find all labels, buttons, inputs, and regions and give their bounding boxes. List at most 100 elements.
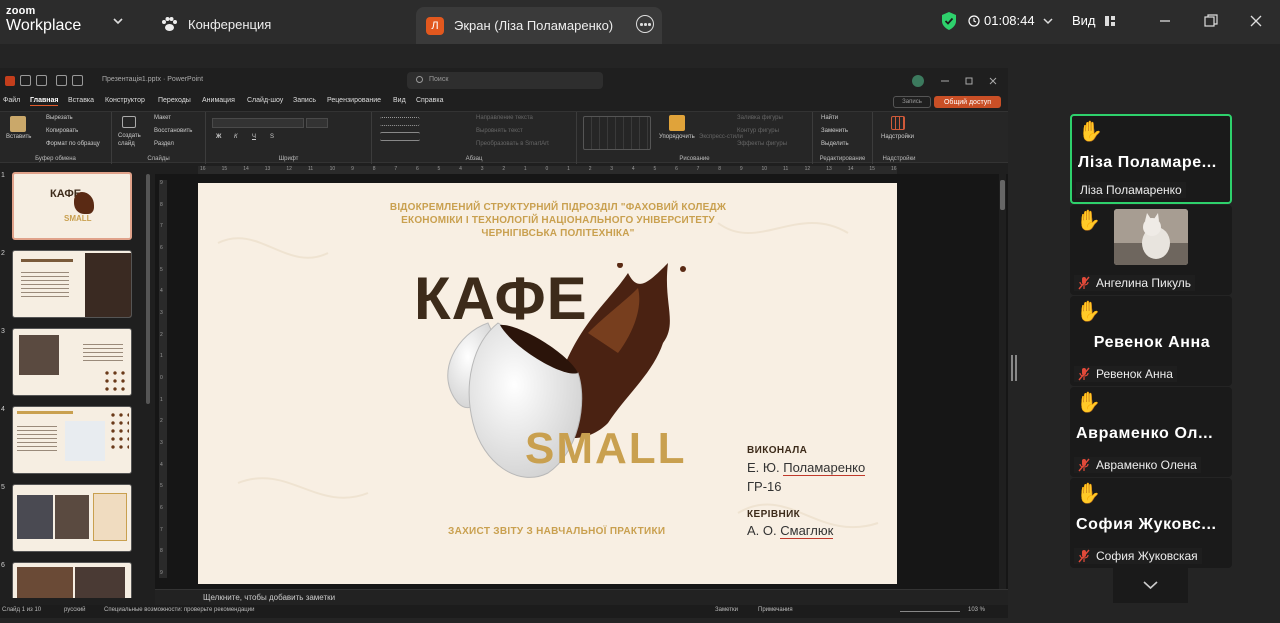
vertical-ruler: 9 8 7 6 5 4 3 2 1 0 1 2 3 4 5 6 7 8 9 (159, 180, 167, 578)
panel-resize-handle[interactable] (1011, 355, 1017, 381)
new-slide-button[interactable]: Создать слайд (118, 132, 148, 148)
slideshow-icon[interactable] (72, 75, 83, 86)
thumbnails-scrollbar[interactable] (146, 174, 150, 404)
paste-button[interactable]: Вставить (6, 134, 31, 140)
more-options-icon[interactable] (636, 15, 654, 33)
text-direction-button[interactable]: Направление текста (476, 115, 533, 121)
paste-icon[interactable] (10, 116, 26, 132)
menu-tab[interactable]: Рецензирование (327, 97, 381, 104)
participant-tile[interactable]: ✋ Авраменко Ол... Авраменко Олена (1070, 387, 1232, 477)
participant-tile[interactable]: ✋ Ліза Поламаре... Ліза Поламаренко (1070, 114, 1232, 204)
font-name-box[interactable] (212, 118, 304, 128)
replace-button[interactable]: Заменить (821, 128, 848, 134)
underline-button[interactable]: Ч (252, 134, 256, 140)
slide-thumbnails-pane[interactable]: 1 КАФЕ SMALL 2 3 4 5 6 (0, 166, 152, 598)
slide-thumbnail[interactable] (12, 484, 132, 552)
participant-name-label: Ревенок Анна (1074, 366, 1177, 382)
align-text-button[interactable]: Выровнять текст (476, 128, 523, 134)
avatar[interactable] (912, 75, 924, 87)
meeting-timer[interactable]: 01:08:44 (968, 13, 1059, 28)
shapes-gallery[interactable] (583, 116, 651, 150)
notes-toggle[interactable]: Заметки (715, 607, 738, 613)
menu-tab[interactable]: Анимация (202, 97, 235, 104)
new-slide-icon[interactable] (122, 116, 136, 128)
bold-button[interactable]: Ж (216, 134, 221, 140)
reset-button[interactable]: Восстановить (154, 128, 192, 134)
conference-tab[interactable]: Конференция (160, 12, 271, 36)
ruler-tick: 2 (160, 331, 163, 338)
shield-check-icon[interactable] (940, 11, 958, 31)
menu-tab[interactable]: Запись (293, 97, 316, 104)
participant-tile[interactable]: ✋ София Жуковс... София Жуковская (1070, 478, 1232, 568)
cut-button[interactable]: Вырезать (46, 115, 73, 121)
redo-icon[interactable] (56, 75, 67, 86)
section-button[interactable]: Раздел (154, 141, 174, 147)
raised-hand-icon: ✋ (1076, 392, 1101, 414)
expand-participants-button[interactable] (1113, 568, 1188, 603)
slide-thumbnail[interactable]: КАФЕ SMALL (12, 172, 132, 240)
find-button[interactable]: Найти (821, 115, 838, 121)
copy-button[interactable]: Копировать (46, 128, 78, 134)
menu-tab[interactable]: Файл (3, 97, 20, 104)
slide-scrollbar[interactable] (999, 174, 1006, 589)
menu-tab[interactable]: Вставка (68, 97, 94, 104)
participant-tile[interactable]: ✋ Ангелина Пикуль (1070, 205, 1232, 295)
view-button[interactable]: Вид (1072, 13, 1116, 28)
participant-tile[interactable]: ✋ Ревенок Анна Ревенок Анна (1070, 296, 1232, 386)
addins-button[interactable]: Надстройки (881, 134, 914, 140)
minimize-icon[interactable] (1156, 12, 1174, 30)
restore-icon[interactable] (1202, 12, 1220, 30)
layout-button[interactable]: Макет (154, 115, 171, 121)
slide-thumbnail[interactable] (12, 406, 132, 474)
shape-fill-button[interactable]: Заливка фигуры (737, 115, 783, 121)
arrange-icon[interactable] (669, 115, 685, 131)
screen-share-tab[interactable]: Л Экран (Ліза Поламаренко) (416, 7, 662, 44)
undo-icon[interactable] (36, 75, 47, 86)
maximize-icon[interactable] (964, 76, 974, 86)
menu-tab[interactable]: Переходы (158, 97, 191, 104)
quick-styles-button[interactable]: Экспресс-стили (699, 134, 743, 140)
menu-tab[interactable]: Главная (30, 97, 59, 106)
menu-tab[interactable]: Конструктор (105, 97, 145, 104)
chevron-down-icon[interactable] (112, 15, 124, 27)
ruler-tick: 5 (160, 266, 163, 273)
clock-icon (968, 14, 980, 27)
addins-icon[interactable] (891, 116, 905, 130)
italic-button[interactable]: К (234, 134, 238, 140)
ruler-tick: 7 (160, 223, 163, 230)
select-button[interactable]: Выделить (821, 141, 849, 147)
slide-thumbnail[interactable] (12, 328, 132, 396)
language-indicator[interactable]: русский (64, 607, 86, 613)
search-box[interactable]: Поиск (407, 72, 603, 89)
shape-outline-button[interactable]: Контур фигуры (737, 128, 779, 134)
shape-effects-button[interactable]: Эффекты фигуры (737, 141, 787, 147)
chevron-down-icon (1043, 17, 1053, 24)
list-icon[interactable] (380, 117, 420, 126)
share-button[interactable]: Общий доступ (934, 96, 1001, 108)
close-icon[interactable] (988, 76, 998, 86)
format-painter-button[interactable]: Формат по образцу (46, 141, 100, 147)
clipboard-group: Вставить Вырезать Копировать Формат по о… (0, 112, 112, 164)
menu-tab[interactable]: Вид (393, 97, 406, 104)
close-icon[interactable] (1247, 12, 1265, 30)
view-label: Вид (1072, 13, 1096, 28)
menu-tab[interactable]: Справка (416, 97, 443, 104)
strikethrough-button[interactable]: S (270, 134, 274, 140)
zoom-slider[interactable] (900, 611, 960, 612)
arrange-button[interactable]: Упорядочить (659, 134, 695, 140)
record-button[interactable]: Запись (893, 96, 931, 108)
slide-thumbnail[interactable] (12, 562, 132, 598)
minimize-icon[interactable] (940, 76, 950, 86)
font-size-box[interactable] (306, 118, 328, 128)
notes-pane[interactable]: Щелкните, чтобы добавить заметки (155, 589, 1008, 605)
accessibility-status[interactable]: Специальные возможности: проверьте реком… (104, 607, 254, 613)
save-icon[interactable] (20, 75, 31, 86)
current-slide[interactable]: ВІДОКРЕМЛЕНИЙ СТРУКТУРНИЙ ПІДРОЗДІЛ "ФАХ… (198, 183, 897, 584)
menu-tab[interactable]: Слайд-шоу (247, 97, 283, 104)
align-icon[interactable] (380, 132, 420, 141)
smartart-button[interactable]: Преобразовать в SmartArt (476, 141, 549, 147)
comments-toggle[interactable]: Примечания (758, 607, 793, 613)
thumbnail-number: 5 (1, 484, 5, 491)
slide-thumbnail[interactable] (12, 250, 132, 318)
zoom-level[interactable]: 103 % (968, 607, 985, 613)
